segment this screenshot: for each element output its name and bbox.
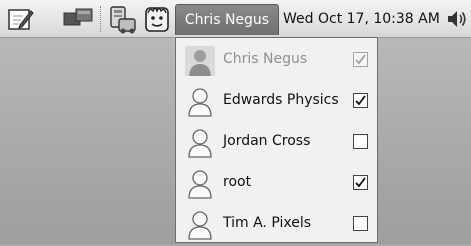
user-item-label: root	[223, 174, 252, 190]
network-icon[interactable]	[107, 5, 141, 34]
user-face-icon[interactable]	[144, 5, 170, 33]
user-icon	[184, 126, 216, 160]
user-icon	[184, 208, 216, 242]
panel-separator	[100, 6, 101, 32]
user-icon	[184, 85, 216, 119]
user-item-label: Chris Negus	[223, 51, 308, 67]
user-item-checkbox	[353, 52, 368, 67]
user-icon	[184, 167, 216, 201]
user-item-label: Tim A. Pixels	[223, 215, 312, 231]
user-item-checkbox[interactable]	[353, 175, 368, 190]
user-item-label: Jordan Cross	[223, 133, 311, 149]
user-item-jordan-cross[interactable]: Jordan Cross	[176, 122, 377, 163]
workspace-switcher-icon[interactable]	[62, 5, 96, 33]
volume-icon[interactable]	[446, 8, 468, 30]
user-switcher-button[interactable]: Chris Negus	[175, 4, 279, 35]
user-item-chris-negus[interactable]: Chris Negus	[176, 40, 377, 81]
top-panel: Chris Negus Wed Oct 17, 10:38 AM	[0, 0, 471, 38]
user-item-checkbox[interactable]	[353, 216, 368, 231]
users-menu: Chris Negus Edwards Physics Jordan Cross…	[175, 37, 378, 243]
user-item-label: Edwards Physics	[223, 92, 339, 108]
user-item-edwards-physics[interactable]: Edwards Physics	[176, 81, 377, 122]
user-item-checkbox[interactable]	[353, 93, 368, 108]
user-item-root[interactable]: root	[176, 163, 377, 204]
user-item-tim-a-pixels[interactable]: Tim A. Pixels	[176, 204, 377, 245]
text-editor-icon[interactable]	[6, 5, 34, 33]
clock[interactable]: Wed Oct 17, 10:38 AM	[283, 0, 443, 38]
user-item-checkbox[interactable]	[353, 134, 368, 149]
user-photo-icon	[184, 44, 216, 78]
